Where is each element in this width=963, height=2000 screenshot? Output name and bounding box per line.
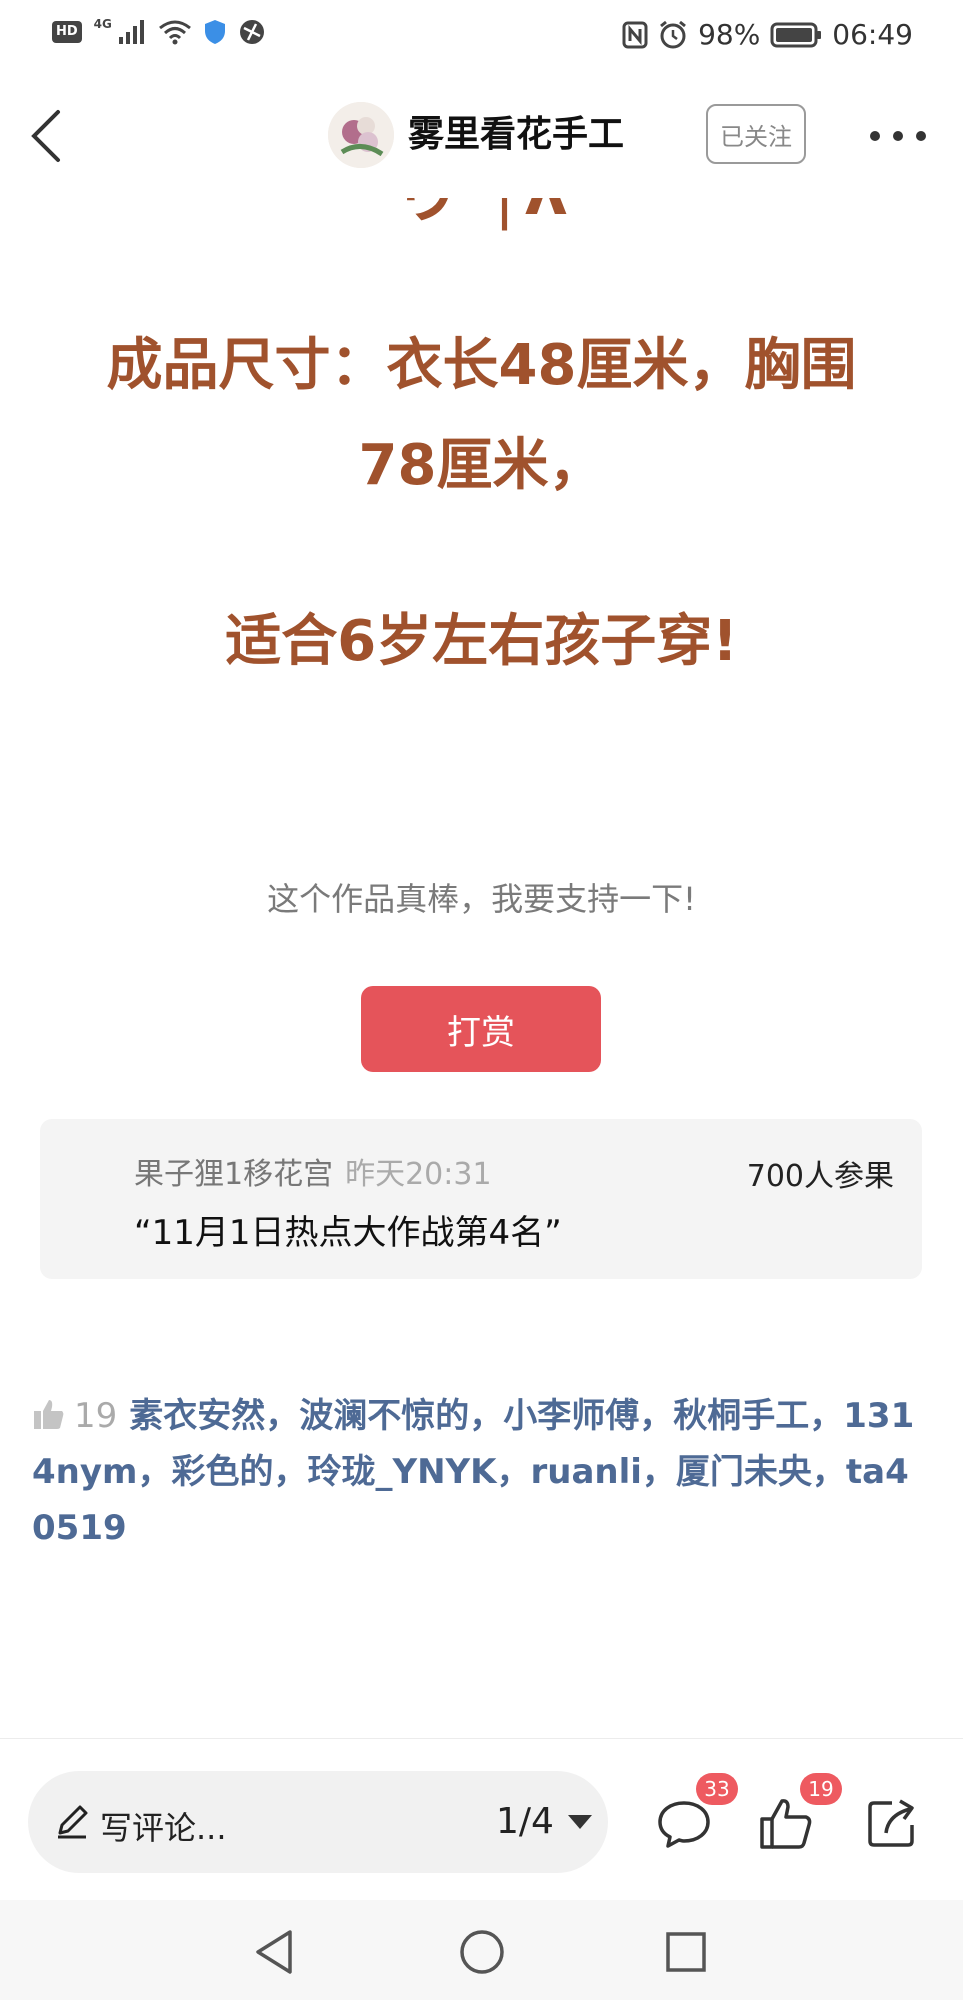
more-icon	[870, 131, 880, 141]
clock: 06:49	[832, 18, 913, 51]
participation-time: 昨天20:31	[345, 1157, 492, 1192]
shield-icon	[204, 20, 225, 44]
browser-icon	[239, 20, 264, 44]
nfc-icon	[622, 21, 648, 48]
comment-count-badge: 33	[696, 1773, 738, 1805]
wifi-icon	[158, 20, 191, 45]
like-count-badge: 19	[800, 1773, 842, 1805]
back-button[interactable]	[20, 104, 80, 164]
participation-quote: “11月1日热点大作战第4名”	[134, 1213, 562, 1253]
cut-off-text: ゥ ╷ᴧ	[0, 198, 963, 228]
alarm-icon	[660, 20, 686, 48]
fit-line: 适合6岁左右孩子穿!	[225, 609, 738, 674]
share-icon	[868, 1799, 914, 1847]
hd-icon: HD	[52, 21, 82, 43]
status-bar: HD 4G 98% 06:49	[0, 0, 963, 72]
comment-box[interactable]: 写评论... 1/4	[28, 1771, 608, 1873]
thumb-icon	[34, 1399, 64, 1429]
author-name[interactable]: 雾里看花手工	[408, 110, 624, 160]
support-text: 这个作品真棒，我要支持一下!	[267, 880, 696, 918]
nav-home-button[interactable]	[458, 1928, 506, 1980]
like-count: 19	[74, 1396, 118, 1436]
nav-back-button[interactable]	[252, 1928, 296, 1980]
likers-list: 19 素衣安然，波澜不惊的，小李师傅，秋桐手工，1314nym，彩色的，玲珑_YN…	[32, 1388, 932, 1556]
article-header: 雾里看花手工 已关注	[0, 72, 963, 198]
participant-count: 700人参果	[746, 1159, 894, 1194]
participant-name[interactable]: 果子狸1移花宫	[134, 1157, 333, 1192]
battery-icon	[770, 22, 822, 47]
chevron-down-icon[interactable]	[568, 1815, 592, 1829]
page-indicator[interactable]: 1/4	[496, 1801, 554, 1842]
participation-card[interactable]: 果子狸1移花宫 昨天20:31 700人参果 “11月1日热点大作战第4名”	[40, 1119, 922, 1279]
nav-back-icon	[256, 1930, 292, 1974]
signal-icon	[118, 20, 144, 44]
nav-recent-button[interactable]	[664, 1928, 708, 1980]
share-button[interactable]	[862, 1793, 922, 1853]
size-line-2: 78厘米，	[358, 433, 605, 498]
pen-icon	[58, 1805, 88, 1839]
follow-button[interactable]: 已关注	[706, 104, 806, 164]
nav-recent-icon	[666, 1932, 706, 1972]
liker-names[interactable]: 素衣安然，波澜不惊的，小李师傅，秋桐手工，1314nym，彩色的，玲珑_YNYK…	[32, 1396, 914, 1548]
more-button[interactable]	[870, 124, 926, 148]
battery-percent: 98%	[698, 18, 761, 51]
network-type: 4G	[93, 17, 112, 31]
comment-input[interactable]: 写评论...	[100, 1803, 227, 1849]
bottom-action-bar: 写评论... 1/4 33 19	[0, 1738, 963, 1901]
back-icon	[31, 110, 60, 162]
nav-home-icon	[460, 1930, 504, 1974]
system-nav-bar	[0, 1900, 963, 2000]
size-line-1: 成品尺寸：衣长48厘米，胸围	[106, 333, 857, 398]
reward-button[interactable]: 打赏	[361, 986, 601, 1072]
author-avatar[interactable]	[328, 102, 394, 168]
